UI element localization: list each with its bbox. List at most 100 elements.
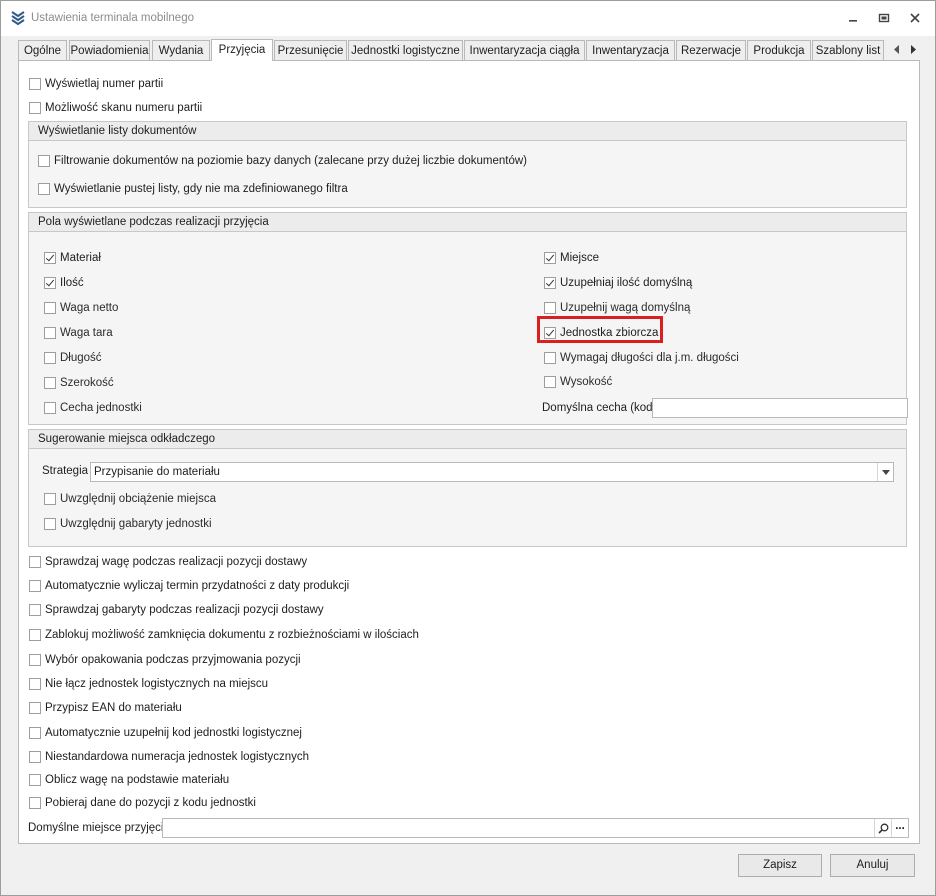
- field-quantity[interactable]: Ilość: [44, 274, 84, 292]
- option-calc-weight[interactable]: Oblicz wagę na podstawie materiału: [29, 771, 229, 789]
- checkbox[interactable]: [44, 302, 56, 314]
- option-custom-numbering[interactable]: Niestandardowa numeracja jednostek logis…: [29, 748, 309, 766]
- field-fill-default-weight[interactable]: Uzupełnij wagą domyślną: [544, 299, 690, 317]
- option-show-batch-number[interactable]: Wyświetlaj numer partii: [29, 75, 163, 93]
- group-header: Wyświetlanie listy dokumentów: [29, 122, 906, 141]
- group-document-list: Wyświetlanie listy dokumentów Filtrowani…: [28, 121, 907, 208]
- option-choose-packaging[interactable]: Wybór opakowania podczas przyjmowania po…: [29, 651, 301, 669]
- group-header: Pola wyświetlane podczas realizacji przy…: [29, 213, 906, 232]
- checkbox[interactable]: [544, 302, 556, 314]
- option-block-close-discrepancies[interactable]: Zablokuj możliwość zamknięcia dokumentu …: [29, 626, 419, 644]
- tab-inwentaryzacja[interactable]: Inwentaryzacja: [586, 40, 675, 61]
- title-bar: Ustawienia terminala mobilnego: [1, 1, 935, 36]
- close-button[interactable]: [902, 7, 928, 29]
- field-fill-default-quantity[interactable]: Uzupełniaj ilość domyślną: [544, 274, 692, 292]
- checkbox[interactable]: [544, 352, 556, 364]
- cancel-button[interactable]: Anuluj: [830, 854, 915, 877]
- field-require-length[interactable]: Wymagaj długości dla j.m. długości: [544, 349, 739, 367]
- default-feature-input[interactable]: [652, 398, 908, 418]
- tab-rezerwacje[interactable]: Rezerwacje: [676, 40, 746, 61]
- field-width[interactable]: Szerokość: [44, 374, 114, 392]
- checkbox[interactable]: [44, 402, 56, 414]
- checkbox[interactable]: [38, 183, 50, 195]
- checkbox[interactable]: [44, 377, 56, 389]
- tab-powiadomienia[interactable]: Powiadomienia: [69, 40, 150, 61]
- field-length[interactable]: Długość: [44, 349, 102, 367]
- checkbox[interactable]: [29, 751, 41, 763]
- more-options-button[interactable]: ...: [891, 819, 908, 837]
- checkbox[interactable]: [29, 102, 41, 114]
- checkbox[interactable]: [44, 493, 56, 505]
- option-db-filtering[interactable]: Filtrowanie dokumentów na poziomie bazy …: [38, 152, 527, 170]
- checkbox[interactable]: [29, 78, 41, 90]
- field-location[interactable]: Miejsce: [544, 249, 599, 267]
- field-tare-weight[interactable]: Waga tara: [44, 324, 113, 342]
- checkbox[interactable]: [544, 376, 556, 388]
- strategy-dropdown[interactable]: Przypisanie do materiału: [90, 462, 894, 482]
- group-displayed-fields: Pola wyświetlane podczas realizacji przy…: [28, 212, 908, 425]
- field-unit-feature[interactable]: Cecha jednostki: [44, 399, 142, 417]
- option-auto-expiry-date[interactable]: Automatycznie wyliczaj termin przydatnoś…: [29, 577, 349, 595]
- option-assign-ean[interactable]: Przypisz EAN do materiału: [29, 699, 182, 717]
- restore-icon: [878, 13, 890, 23]
- checkbox[interactable]: [38, 155, 50, 167]
- tab-inwentaryzacja-ciagla[interactable]: Inwentaryzacja ciągła: [464, 40, 585, 61]
- option-check-dimensions[interactable]: Sprawdzaj gabaryty podczas realizacji po…: [29, 601, 324, 619]
- tab-jednostki-logistyczne[interactable]: Jednostki logistyczne: [348, 40, 463, 61]
- option-consider-location-load[interactable]: Uwzględnij obciążenie miejsca: [44, 490, 216, 508]
- restore-button[interactable]: [871, 7, 897, 29]
- tab-produkcja[interactable]: Produkcja: [747, 40, 811, 61]
- app-logo-icon: [10, 10, 26, 26]
- field-net-weight[interactable]: Waga netto: [44, 299, 118, 317]
- tab-wydania[interactable]: Wydania: [152, 40, 210, 61]
- checkbox[interactable]: [544, 327, 556, 339]
- field-material[interactable]: Materiał: [44, 249, 101, 267]
- checkbox[interactable]: [544, 252, 556, 264]
- strategy-value: Przypisanie do materiału: [94, 466, 220, 478]
- option-consider-unit-dimensions[interactable]: Uwzględnij gabaryty jednostki: [44, 515, 212, 533]
- tab-scroll-right-button[interactable]: [907, 42, 919, 56]
- checkbox[interactable]: [29, 654, 41, 666]
- checkbox[interactable]: [29, 556, 41, 568]
- option-do-not-merge-units[interactable]: Nie łącz jednostek logistycznych na miej…: [29, 675, 268, 693]
- checkbox[interactable]: [29, 702, 41, 714]
- field-collective-unit[interactable]: Jednostka zbiorcza: [544, 324, 658, 342]
- tab-przesuniecie[interactable]: Przesunięcie: [274, 40, 347, 61]
- checkbox[interactable]: [44, 252, 56, 264]
- checkbox[interactable]: [29, 629, 41, 641]
- checkbox[interactable]: [44, 277, 56, 289]
- close-icon: [910, 13, 920, 23]
- checkbox[interactable]: [29, 797, 41, 809]
- window-title: Ustawienia terminala mobilnego: [31, 12, 194, 24]
- checkbox[interactable]: [29, 604, 41, 616]
- tab-strip: Ogólne Powiadomienia Wydania Przyjęcia P…: [18, 39, 898, 61]
- checkbox[interactable]: [29, 774, 41, 786]
- tab-przyjecia[interactable]: Przyjęcia: [211, 39, 273, 61]
- tab-ogolne[interactable]: Ogólne: [18, 40, 67, 61]
- tab-content-przyjecia: Wyświetlaj numer partii Możliwość skanu …: [18, 60, 920, 844]
- checkbox[interactable]: [44, 352, 56, 364]
- option-auto-unit-code[interactable]: Automatycznie uzupełnij kod jednostki lo…: [29, 724, 302, 742]
- option-empty-list[interactable]: Wyświetlanie pustej listy, gdy nie ma zd…: [38, 180, 348, 198]
- default-location-input[interactable]: ...: [162, 818, 909, 838]
- minimize-button[interactable]: [840, 7, 866, 29]
- checkbox[interactable]: [544, 277, 556, 289]
- checkbox[interactable]: [29, 678, 41, 690]
- option-check-weight[interactable]: Sprawdzaj wagę podczas realizacji pozycj…: [29, 553, 307, 571]
- option-fetch-from-unit-code[interactable]: Pobieraj dane do pozycji z kodu jednostk…: [29, 794, 256, 812]
- chevron-down-icon[interactable]: [877, 463, 893, 481]
- field-height[interactable]: Wysokość: [544, 373, 612, 391]
- strategy-label: Strategia: [42, 465, 89, 477]
- minimize-icon: [849, 20, 857, 22]
- option-scan-batch-number[interactable]: Możliwość skanu numeru partii: [29, 99, 202, 117]
- search-icon[interactable]: [874, 819, 891, 837]
- checkbox[interactable]: [29, 727, 41, 739]
- group-location-suggestion: Sugerowanie miejsca odkładczego Strategi…: [28, 429, 907, 547]
- save-button[interactable]: Zapisz: [738, 854, 822, 877]
- settings-window: Ustawienia terminala mobilnego Ogólne Po…: [0, 0, 936, 896]
- checkbox[interactable]: [44, 518, 56, 530]
- checkbox[interactable]: [44, 327, 56, 339]
- checkbox[interactable]: [29, 580, 41, 592]
- tab-szablony-list[interactable]: Szablony list: [812, 40, 884, 61]
- tab-scroll-left-button[interactable]: [891, 42, 903, 56]
